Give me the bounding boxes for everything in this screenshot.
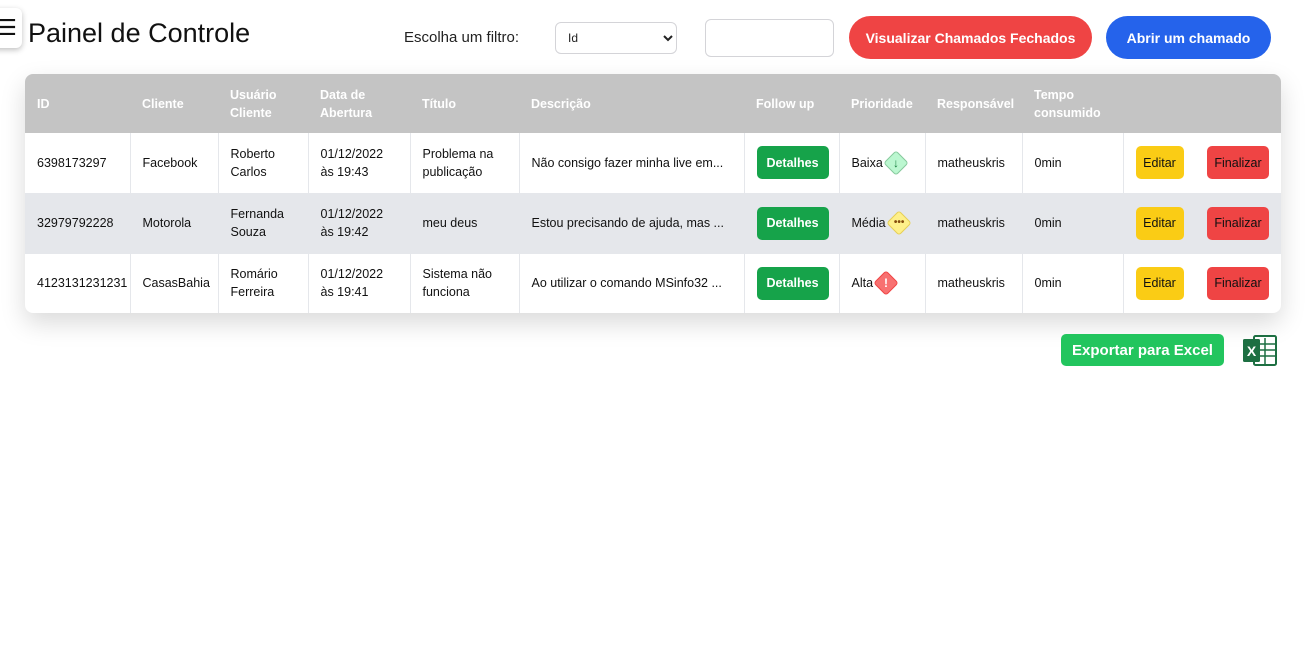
cell-usuario: Roberto Carlos — [218, 133, 309, 194]
finalize-button[interactable]: Finalizar — [1207, 146, 1269, 180]
view-closed-tickets-button[interactable]: Visualizar Chamados Fechados — [849, 16, 1092, 59]
finalize-button[interactable]: Finalizar — [1207, 206, 1269, 240]
column-header-data: Data de Abertura — [320, 87, 373, 120]
column-header-id: ID — [37, 96, 50, 111]
excel-icon[interactable]: X — [1242, 334, 1277, 367]
column-header-finalizar — [1195, 74, 1281, 133]
cell-editar: Editar — [1123, 133, 1195, 194]
details-button[interactable]: Detalhes — [756, 266, 829, 300]
cell-prioridade: Alta ! — [839, 253, 926, 313]
cell-responsavel: matheuskris — [925, 193, 1023, 254]
column-header-tempo: Tempo consumido — [1034, 87, 1101, 120]
cell-prioridade: Baixa ↓ — [839, 133, 926, 194]
priority-indicator: Média ••• — [851, 210, 912, 236]
cell-tempo: 0min — [1022, 253, 1124, 313]
cell-responsavel: matheuskris — [925, 133, 1023, 194]
tickets-table-container: ID Cliente Usuário Cliente Data de Abert… — [25, 74, 1281, 313]
table-header-row: ID Cliente Usuário Cliente Data de Abert… — [25, 74, 1281, 133]
cell-id: 6398173297 — [25, 133, 131, 194]
details-button[interactable]: Detalhes — [756, 146, 829, 180]
column-header-prioridade: Prioridade — [851, 96, 913, 111]
cell-finalizar: Finalizar — [1195, 193, 1281, 254]
page-title: Painel de Controle — [28, 18, 251, 48]
cell-titulo: meu deus — [410, 193, 520, 254]
arrow-down-icon: ↓ — [883, 150, 909, 176]
cell-prioridade: Média ••• — [839, 193, 926, 254]
export-excel-button[interactable]: Exportar para Excel — [1061, 334, 1224, 366]
cell-tempo: 0min — [1022, 193, 1124, 254]
cell-cliente: CasasBahia — [130, 253, 219, 313]
table-row: 4123131231231 CasasBahia Romário Ferreir… — [25, 253, 1281, 313]
cell-finalizar: Finalizar — [1195, 133, 1281, 194]
cell-descricao: Estou precisando de ajuda, mas ... — [519, 193, 745, 254]
cell-id: 4123131231231 — [25, 253, 131, 313]
ellipsis-icon: ••• — [885, 210, 912, 236]
tickets-table: ID Cliente Usuário Cliente Data de Abert… — [25, 74, 1281, 313]
column-header-descricao: Descrição — [531, 96, 591, 111]
exclamation-icon: ! — [873, 270, 899, 296]
table-row: 32979792228 Motorola Fernanda Souza 01/1… — [25, 193, 1281, 254]
column-header-followup: Follow up — [756, 96, 815, 111]
cell-id: 32979792228 — [25, 193, 131, 254]
edit-button[interactable]: Editar — [1135, 206, 1184, 240]
cell-followup: Detalhes — [744, 253, 840, 313]
details-button[interactable]: Detalhes — [756, 206, 829, 240]
cell-followup: Detalhes — [744, 133, 840, 194]
cell-titulo: Problema na publicação — [410, 133, 520, 194]
table-row: 6398173297 Facebook Roberto Carlos 01/12… — [25, 133, 1281, 194]
cell-descricao: Ao utilizar o comando MSinfo32 ... — [519, 253, 745, 313]
priority-label: Média — [851, 216, 886, 230]
edit-button[interactable]: Editar — [1135, 146, 1184, 180]
cell-editar: Editar — [1123, 253, 1195, 313]
cell-data: 01/12/2022 às 19:43 — [308, 133, 411, 194]
cell-data: 01/12/2022 às 19:42 — [308, 193, 411, 254]
column-header-usuario: Usuário Cliente — [230, 87, 277, 120]
cell-usuario: Fernanda Souza — [218, 193, 309, 254]
column-header-editar — [1123, 74, 1195, 133]
cell-descricao: Não consigo fazer minha live em... — [519, 133, 745, 194]
priority-label: Baixa — [851, 155, 883, 170]
cell-followup: Detalhes — [744, 193, 840, 254]
cell-usuario: Romário Ferreira — [218, 253, 309, 313]
search-input[interactable] — [705, 19, 834, 57]
cell-responsavel: matheuskris — [925, 253, 1023, 313]
column-header-cliente: Cliente — [142, 96, 184, 111]
edit-button[interactable]: Editar — [1135, 266, 1184, 300]
column-header-titulo: Título — [422, 96, 457, 111]
column-header-responsavel: Responsável — [937, 96, 1015, 111]
hamburger-menu-icon[interactable]: ☰ — [0, 8, 22, 48]
svg-text:X: X — [1247, 343, 1257, 359]
finalize-button[interactable]: Finalizar — [1207, 266, 1269, 300]
cell-cliente: Motorola — [130, 193, 219, 254]
cell-cliente: Facebook — [130, 133, 219, 194]
cell-tempo: 0min — [1022, 133, 1124, 194]
cell-data: 01/12/2022 às 19:41 — [308, 253, 411, 313]
filter-select[interactable]: Id — [555, 22, 677, 54]
cell-titulo: Sistema não funciona — [410, 253, 520, 313]
cell-editar: Editar — [1123, 193, 1195, 254]
priority-indicator: Alta ! — [851, 270, 899, 296]
priority-label: Alta — [851, 276, 874, 291]
priority-indicator: Baixa ↓ — [851, 150, 909, 176]
filter-label: Escolha um filtro: — [404, 29, 520, 46]
cell-finalizar: Finalizar — [1195, 253, 1281, 313]
open-ticket-button[interactable]: Abrir um chamado — [1106, 16, 1271, 59]
